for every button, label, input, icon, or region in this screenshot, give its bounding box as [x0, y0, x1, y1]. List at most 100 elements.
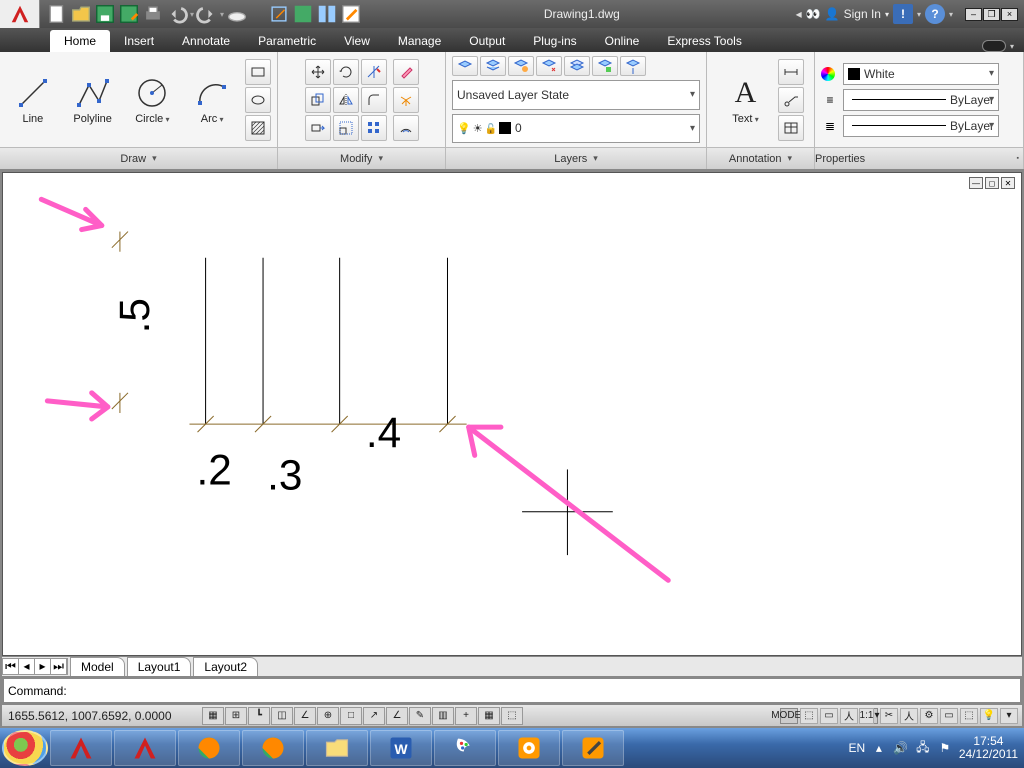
toggle-icon[interactable]: ∠: [294, 707, 316, 725]
status-icon[interactable]: ▾: [1000, 708, 1018, 724]
tab-manage[interactable]: Manage: [384, 30, 455, 52]
tab-prev-icon[interactable]: ◂: [19, 659, 35, 674]
tab-insert[interactable]: Insert: [110, 30, 168, 52]
taskbar-app-autocad[interactable]: [114, 730, 176, 766]
signin-button[interactable]: 👤 Sign In ▾: [825, 7, 889, 21]
drawing-canvas[interactable]: — ◻ ✕: [2, 172, 1022, 656]
polyline-button[interactable]: Polyline: [66, 75, 120, 125]
qat-icon[interactable]: [340, 3, 362, 25]
layer-btn[interactable]: [620, 56, 646, 76]
arc-button[interactable]: Arc: [185, 75, 239, 125]
tab-last-icon[interactable]: ⏭: [51, 659, 67, 674]
toggle-icon[interactable]: +: [455, 707, 477, 725]
tray-lang[interactable]: EN: [849, 740, 865, 756]
panel-layers-label[interactable]: Layers: [446, 147, 706, 169]
status-icon[interactable]: ✂: [880, 708, 898, 724]
table-button[interactable]: [778, 115, 804, 141]
tab-annotate[interactable]: Annotate: [168, 30, 244, 52]
color-combo[interactable]: White: [843, 63, 999, 85]
toggle-icon[interactable]: ↗: [363, 707, 385, 725]
fillet-button[interactable]: [361, 87, 387, 113]
layer-btn[interactable]: [536, 56, 562, 76]
qat-cloud-icon[interactable]: [226, 3, 248, 25]
ellipse-button[interactable]: [245, 87, 271, 113]
tab-output[interactable]: Output: [455, 30, 519, 52]
text-button[interactable]: A Text: [718, 75, 774, 125]
qat-redo-icon[interactable]: [196, 3, 218, 25]
qat-open-icon[interactable]: [70, 3, 92, 25]
qat-print-icon[interactable]: [142, 3, 164, 25]
qat-icon[interactable]: [316, 3, 338, 25]
leader-button[interactable]: [778, 87, 804, 113]
tray-network-icon[interactable]: 🖧: [915, 740, 931, 756]
dim-linear-button[interactable]: [778, 59, 804, 85]
taskbar-app[interactable]: [562, 730, 624, 766]
trim-button[interactable]: [361, 59, 387, 85]
tab-home[interactable]: Home: [50, 30, 110, 52]
layer-current-combo[interactable]: 0: [452, 114, 700, 144]
status-icon[interactable]: 人: [840, 708, 858, 724]
tab-express[interactable]: Express Tools: [653, 30, 755, 52]
tab-parametric[interactable]: Parametric: [244, 30, 330, 52]
lineweight-combo[interactable]: ByLayer: [843, 115, 999, 137]
taskbar-app[interactable]: [498, 730, 560, 766]
layer-btn[interactable]: [564, 56, 590, 76]
start-button[interactable]: [2, 730, 48, 766]
mirror-button[interactable]: [333, 87, 359, 113]
binoculars-icon[interactable]: 👀: [806, 7, 821, 21]
close-button[interactable]: ×: [1001, 8, 1018, 21]
tab-next-icon[interactable]: ▸: [35, 659, 51, 674]
hatch-button[interactable]: [245, 115, 271, 141]
copy-button[interactable]: [305, 87, 331, 113]
tab-first-icon[interactable]: ⏮: [3, 659, 19, 674]
layer-state-combo[interactable]: Unsaved Layer State: [452, 80, 700, 110]
tab-view[interactable]: View: [330, 30, 384, 52]
toggle-icon[interactable]: ⬚: [501, 707, 523, 725]
tray-flag-icon[interactable]: ⚑: [937, 740, 953, 756]
qat-undo-icon[interactable]: [166, 3, 188, 25]
qat-save-icon[interactable]: [94, 3, 116, 25]
layer-btn[interactable]: [480, 56, 506, 76]
toggle-icon[interactable]: □: [340, 707, 362, 725]
taskbar-app-autocad[interactable]: [50, 730, 112, 766]
qat-icon[interactable]: [268, 3, 290, 25]
qat-icon[interactable]: [292, 3, 314, 25]
status-scale[interactable]: 1:1▾: [860, 708, 878, 724]
status-icon[interactable]: ⬚: [960, 708, 978, 724]
nav-left-icon[interactable]: ◂: [796, 7, 802, 21]
circle-button[interactable]: Circle: [126, 75, 180, 125]
ribbon-state-toggle[interactable]: [982, 40, 1006, 52]
layer-btn[interactable]: [592, 56, 618, 76]
tray-clock[interactable]: 17:54 24/12/2011: [959, 735, 1018, 761]
panel-annotation-label[interactable]: Annotation: [707, 147, 814, 169]
status-icon[interactable]: ⚙: [920, 708, 938, 724]
linetype-combo[interactable]: ByLayer: [843, 89, 999, 111]
tray-volume-icon[interactable]: 🔊: [893, 740, 909, 756]
app-menu-button[interactable]: [0, 0, 40, 28]
exchange-icon[interactable]: !: [893, 4, 913, 24]
toggle-icon[interactable]: ∠: [386, 707, 408, 725]
command-line[interactable]: Command:: [4, 678, 1020, 702]
toggle-icon[interactable]: ⊕: [317, 707, 339, 725]
line-button[interactable]: Line: [6, 75, 60, 125]
offset-button[interactable]: [393, 115, 419, 141]
move-button[interactable]: [305, 59, 331, 85]
taskbar-app-firefox[interactable]: [178, 730, 240, 766]
taskbar-app-paint[interactable]: [434, 730, 496, 766]
panel-draw-label[interactable]: Draw: [0, 147, 277, 169]
layer-btn[interactable]: [508, 56, 534, 76]
explode-button[interactable]: [393, 87, 419, 113]
erase-button[interactable]: [393, 59, 419, 85]
tab-layout1[interactable]: Layout1: [127, 657, 192, 676]
taskbar-app-explorer[interactable]: [306, 730, 368, 766]
toggle-icon[interactable]: ▦: [202, 707, 224, 725]
taskbar-app-firefox[interactable]: [242, 730, 304, 766]
tab-model[interactable]: Model: [70, 657, 125, 676]
panel-properties-label[interactable]: Properties: [815, 147, 1023, 169]
array-button[interactable]: [361, 115, 387, 141]
qat-new-icon[interactable]: [46, 3, 68, 25]
scale-button[interactable]: [333, 115, 359, 141]
toggle-icon[interactable]: ◫: [271, 707, 293, 725]
minimize-button[interactable]: –: [965, 8, 982, 21]
tray-up-icon[interactable]: ▴: [871, 740, 887, 756]
